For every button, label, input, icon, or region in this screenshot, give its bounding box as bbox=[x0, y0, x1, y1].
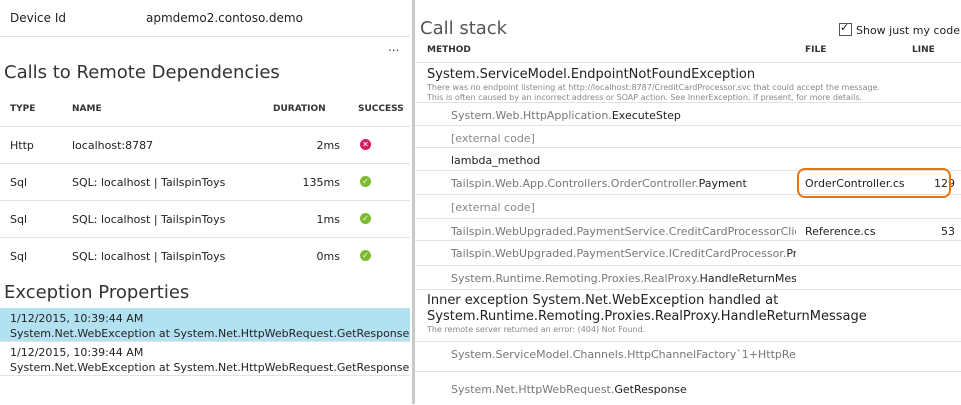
row-type: Sql bbox=[10, 176, 28, 189]
table-row[interactable]: Sql SQL: localhost | TailspinToys 135ms … bbox=[0, 163, 410, 200]
exception-time: 1/12/2015, 10:39:44 AM bbox=[10, 312, 144, 325]
row-type: Http bbox=[10, 139, 34, 152]
header-name[interactable]: NAME bbox=[72, 104, 102, 114]
stack-frame[interactable]: [external code] bbox=[415, 125, 961, 148]
exception-time: 1/12/2015, 10:39:44 AM bbox=[10, 346, 144, 359]
exception-text: System.Net.WebException at System.Net.Ht… bbox=[10, 327, 410, 340]
table-row[interactable]: Sql SQL: localhost | TailspinToys 1ms ✓ bbox=[0, 200, 410, 237]
dependencies-header: TYPE NAME DURATION SUCCESS bbox=[0, 94, 410, 126]
frame-file-link[interactable]: Reference.cs bbox=[805, 225, 876, 238]
frame-method: System.Web.HttpApplication.ExecuteStep bbox=[451, 109, 681, 122]
dependencies-table: TYPE NAME DURATION SUCCESS Http localhos… bbox=[0, 94, 410, 274]
header-duration[interactable]: DURATION bbox=[273, 104, 326, 114]
frame-line: 53 bbox=[941, 225, 955, 238]
row-type: Sql bbox=[10, 213, 28, 226]
header-file: FILE bbox=[805, 45, 827, 55]
check-icon: ✓ bbox=[360, 250, 371, 261]
device-id-value: apmdemo2.contoso.demo bbox=[146, 11, 303, 25]
exception-text: System.Net.WebException at System.Net.Ht… bbox=[10, 361, 410, 374]
more-options-button[interactable]: ... bbox=[388, 40, 399, 54]
row-duration: 0ms bbox=[316, 250, 340, 263]
exception-properties-title: Exception Properties bbox=[4, 282, 190, 303]
stack-frame[interactable]: Tailspin.WebUpgraded.PaymentService.ICre… bbox=[415, 240, 961, 266]
list-item[interactable]: 1/12/2015, 10:39:44 AM System.Net.WebExc… bbox=[0, 342, 410, 376]
row-name: SQL: localhost | TailspinToys bbox=[72, 250, 226, 263]
header-method: METHOD bbox=[427, 45, 471, 55]
inner-exception-header: Inner exception System.Net.WebException … bbox=[415, 289, 961, 341]
exception-title: System.ServiceModel.EndpointNotFoundExce… bbox=[427, 67, 756, 82]
stack-frame[interactable]: System.ServiceModel.Channels.HttpChannel… bbox=[415, 341, 961, 372]
highlight-annotation bbox=[797, 168, 951, 198]
fail-icon: ✕ bbox=[360, 139, 371, 150]
frame-method: Tailspin.Web.App.Controllers.OrderContro… bbox=[451, 177, 747, 190]
show-just-my-code-label: Show just my code bbox=[856, 24, 960, 37]
row-duration: 2ms bbox=[316, 139, 340, 152]
exception-message: There was no endpoint listening at http:… bbox=[427, 83, 881, 92]
header-type[interactable]: TYPE bbox=[10, 104, 35, 114]
dependencies-title: Calls to Remote Dependencies bbox=[4, 62, 280, 83]
stack-frame[interactable]: System.Net.HttpWebRequest.GetResponse bbox=[415, 371, 961, 405]
stack-frame[interactable]: System.Web.HttpApplication.ExecuteStep bbox=[415, 102, 961, 126]
frame-method: System.Net.HttpWebRequest.GetResponse bbox=[451, 383, 687, 396]
row-name: SQL: localhost | TailspinToys bbox=[72, 176, 226, 189]
header-line: LINE bbox=[912, 45, 935, 55]
frame-method: [external code] bbox=[451, 132, 535, 145]
device-id-label: Device Id bbox=[10, 11, 67, 25]
row-name: SQL: localhost | TailspinToys bbox=[72, 213, 226, 226]
exception-header: System.ServiceModel.EndpointNotFoundExce… bbox=[415, 62, 961, 102]
table-row[interactable]: Http localhost:8787 2ms ✕ bbox=[0, 126, 410, 163]
device-id-row: Device Id apmdemo2.contoso.demo bbox=[0, 0, 410, 37]
row-name: localhost:8787 bbox=[72, 139, 154, 152]
checkbox-checked-icon[interactable] bbox=[839, 21, 852, 36]
frame-method: System.Runtime.Remoting.Proxies.RealProx… bbox=[451, 272, 796, 285]
call-stack-panel: Call stack Show just my code METHOD FILE… bbox=[415, 0, 961, 404]
frame-method: Tailspin.WebUpgraded.PaymentService.ICre… bbox=[451, 247, 796, 260]
frame-method: Tailspin.WebUpgraded.PaymentService.Cred… bbox=[451, 225, 796, 238]
frame-method: System.ServiceModel.Channels.HttpChannel… bbox=[451, 348, 796, 361]
check-icon: ✓ bbox=[360, 176, 371, 187]
row-type: Sql bbox=[10, 250, 28, 263]
stack-frame[interactable]: System.Runtime.Remoting.Proxies.RealProx… bbox=[415, 265, 961, 290]
frame-method: [external code] bbox=[451, 201, 535, 214]
header-success[interactable]: SUCCESS bbox=[358, 104, 404, 114]
list-item[interactable]: 1/12/2015, 10:39:44 AM System.Net.WebExc… bbox=[0, 308, 410, 342]
exception-list: 1/12/2015, 10:39:44 AM System.Net.WebExc… bbox=[0, 308, 410, 376]
call-stack-title: Call stack bbox=[420, 18, 508, 39]
inner-exception-message: The remote server returned an error: (40… bbox=[427, 325, 646, 334]
stack-frame[interactable]: Tailspin.WebUpgraded.PaymentService.Cred… bbox=[415, 218, 961, 241]
inner-exception-title: Inner exception System.Net.WebException … bbox=[427, 293, 779, 308]
row-duration: 135ms bbox=[302, 176, 340, 189]
check-icon: ✓ bbox=[360, 213, 371, 224]
row-duration: 1ms bbox=[316, 213, 340, 226]
left-panel: Device Id apmdemo2.contoso.demo ... Call… bbox=[0, 0, 410, 404]
inner-exception-location: System.Runtime.Remoting.Proxies.RealProx… bbox=[427, 309, 867, 324]
frame-method: lambda_method bbox=[451, 154, 541, 167]
show-just-my-code-toggle[interactable]: Show just my code bbox=[839, 21, 960, 37]
call-stack-header: METHOD FILE LINE bbox=[415, 45, 961, 61]
table-row[interactable]: Sql SQL: localhost | TailspinToys 0ms ✓ bbox=[0, 237, 410, 274]
